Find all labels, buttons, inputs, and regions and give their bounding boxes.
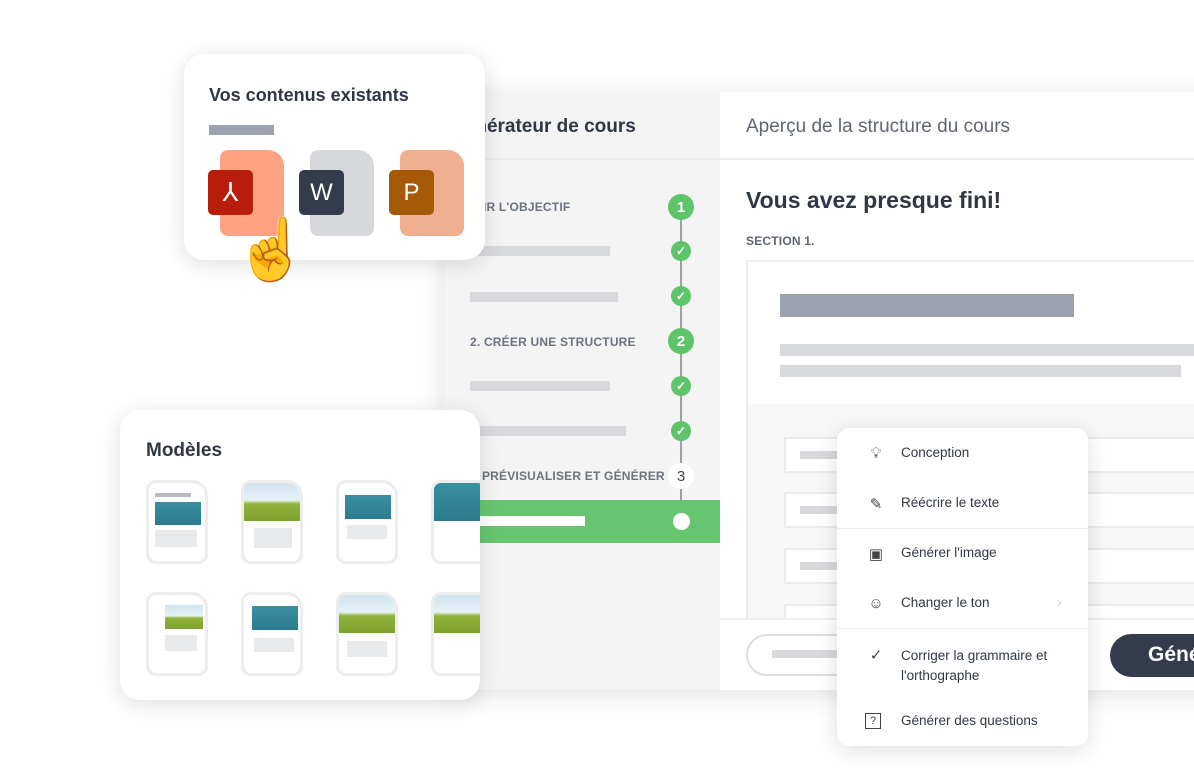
placeholder-bar (780, 344, 1194, 356)
menu-divider (837, 528, 1088, 529)
word-icon: W (299, 170, 344, 215)
existing-content-card: Vos contenus existants ⅄ W P (184, 54, 485, 260)
placeholder-bar (470, 381, 610, 391)
current-step-dot (673, 513, 690, 530)
template-thumbnail[interactable] (336, 592, 398, 676)
lightbulb-sparkle-icon: 💡︎ (870, 445, 882, 462)
placeholder-bar (470, 516, 585, 526)
template-thumbnail[interactable] (431, 592, 480, 676)
menu-divider (837, 628, 1088, 629)
step-3-label: 3. PRÉVISUALISER ET GÉNÉRER (468, 469, 665, 483)
placeholder-bar (470, 426, 626, 436)
template-thumbnail[interactable] (241, 480, 303, 564)
preview-header: Aperçu de la structure du cours (746, 116, 1011, 137)
templates-card: Modèles (120, 410, 480, 700)
existing-title: Vos contenus existants (209, 85, 409, 105)
menu-item-conception[interactable]: 💡︎ Conception (837, 445, 1088, 462)
template-thumbnail[interactable] (146, 592, 208, 676)
ai-actions-menu: 💡︎ Conception ✎ Réécrire le texte ▣ Générer… (837, 428, 1088, 746)
check-icon: ✓ (671, 241, 691, 261)
check-icon: ✓ (671, 421, 691, 441)
template-thumbnail[interactable] (146, 480, 208, 564)
template-thumbnail[interactable] (241, 592, 303, 676)
question-box-icon: ? (865, 713, 881, 729)
step-2-badge: 2 (668, 328, 694, 354)
pdf-icon: ⅄ (208, 170, 253, 215)
chevron-right-icon: › (1057, 595, 1062, 610)
magic-pen-icon: ✎ (869, 496, 883, 513)
placeholder-title-bar (780, 294, 1074, 317)
menu-item-generate-image[interactable]: ▣ Générer l'image (837, 545, 1088, 563)
placeholder-bar (470, 292, 618, 302)
powerpoint-icon: P (389, 170, 434, 215)
steps-panel: Générateur de cours 1. DÉFINIR L'OBJECTI… (432, 92, 720, 690)
generate-button[interactable]: Générer (1110, 634, 1194, 677)
step-3-badge: 3 (668, 463, 694, 489)
section-label: SECTION 1. (746, 234, 815, 248)
menu-item-generate-questions[interactable]: ? Générer des questions (837, 713, 1088, 729)
header-divider (444, 158, 1194, 160)
placeholder-bar (780, 365, 1181, 377)
step-1-badge: 1 (668, 194, 694, 220)
template-thumbnail[interactable] (336, 480, 398, 564)
smiley-icon: ☺ (868, 595, 884, 612)
image-sparkle-icon: ▣ (868, 546, 884, 563)
check-icon: ✓ (869, 647, 883, 664)
menu-item-rewrite[interactable]: ✎ Réécrire le texte (837, 495, 1088, 513)
hand-cursor-icon: ☝ (234, 216, 309, 283)
preview-heading: Vous avez presque fini! (746, 187, 1002, 213)
placeholder-bar (209, 125, 274, 135)
template-thumbnail[interactable] (431, 480, 480, 564)
check-icon: ✓ (671, 286, 691, 306)
active-step-row[interactable] (444, 500, 720, 543)
templates-title: Modèles (146, 440, 223, 461)
step-2-label: 2. CRÉER UNE STRUCTURE (470, 335, 636, 349)
placeholder-bar (470, 246, 610, 256)
check-icon: ✓ (671, 376, 691, 396)
menu-item-change-tone[interactable]: ☺ Changer le ton › (837, 595, 1088, 612)
menu-item-fix-grammar[interactable]: ✓ Corriger la grammaire et l'orthographe (837, 646, 1088, 686)
section-top (748, 262, 1194, 404)
